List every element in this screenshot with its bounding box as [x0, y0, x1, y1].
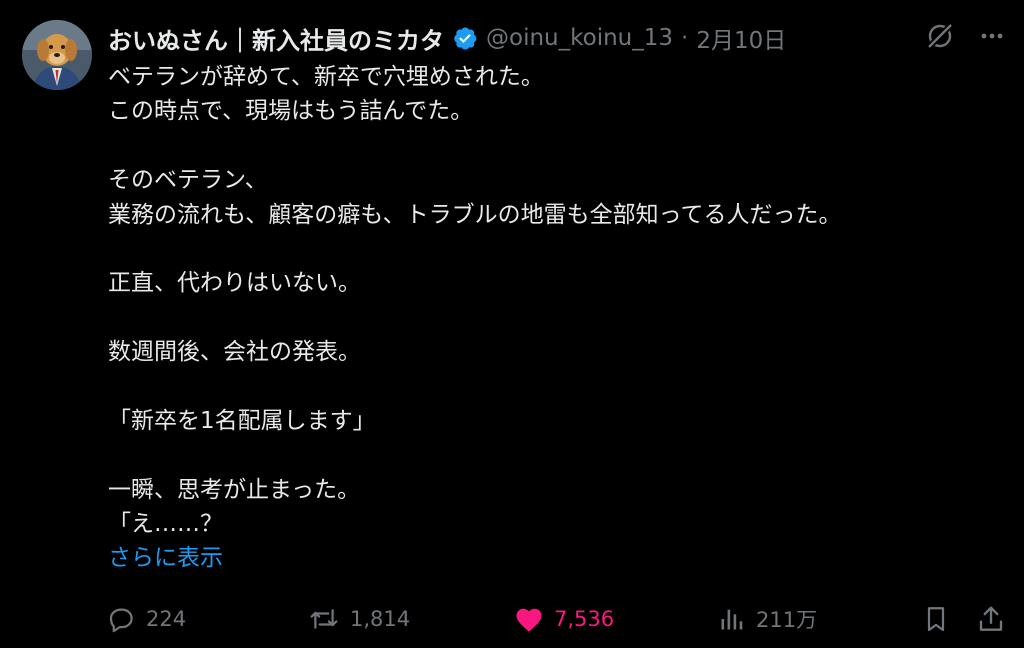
post-date[interactable]: 2月10日 [696, 21, 786, 55]
repost-button[interactable]: 1,814 [308, 600, 410, 638]
post-action-bar: 224 1,814 7,536 211万 [0, 600, 1024, 638]
show-more-link[interactable]: さらに表示 [108, 541, 988, 575]
post-line: この時点で、現場はもう詰んでた。 [108, 98, 474, 125]
reply-icon [109, 608, 133, 633]
views-icon [721, 609, 743, 630]
like-button[interactable]: 7,536 [514, 600, 614, 638]
reply-count: 224 [146, 607, 187, 631]
repost-icon [310, 609, 338, 629]
share-icon [979, 606, 1003, 631]
author-handle[interactable]: @oinu_koinu_13 [486, 25, 673, 51]
post-line: 「新卒を1名配属します」 [108, 407, 376, 434]
share-button[interactable] [976, 600, 1006, 638]
header-separator: · [681, 25, 689, 51]
bookmark-button[interactable] [922, 600, 950, 638]
post-text: ベテランが辞めて、新卒で穴埋めされた。 この時点で、現場はもう詰んでた。 そのベ… [108, 60, 988, 576]
verified-badge-icon[interactable] [452, 25, 478, 51]
views-button[interactable]: 211万 [718, 600, 817, 638]
view-count: 211万 [756, 608, 818, 632]
like-count: 7,536 [554, 607, 615, 631]
avatar-dog-illustration [22, 20, 92, 90]
post-line: 正直、代わりはいない。 [108, 270, 361, 297]
bookmark-icon [927, 607, 945, 632]
avatar[interactable] [22, 20, 92, 90]
grok-icon[interactable] [924, 20, 956, 52]
reply-button[interactable]: 224 [106, 600, 186, 638]
post-line: 業務の流れも、顧客の癖も、トラブルの地雷も全部知ってる人だった。 [108, 201, 842, 228]
heart-icon [516, 608, 542, 632]
header-actions [924, 20, 1006, 52]
post-line: 「え……？ [108, 511, 223, 538]
post-line: そのベテラン、 [108, 167, 268, 194]
post-line: 一瞬、思考が止まった。 [108, 476, 361, 503]
post-line: 数週間後、会社の発表。 [108, 339, 361, 366]
post-header: おいぬさん｜新入社員のミカタ @oinu_koinu_13 · 2月10日 [108, 18, 786, 58]
post-line: ベテランが辞めて、新卒で穴埋めされた。 [108, 64, 544, 90]
more-icon[interactable] [978, 22, 1006, 50]
repost-count: 1,814 [350, 607, 411, 631]
author-display-name[interactable]: おいぬさん｜新入社員のミカタ [108, 21, 444, 56]
